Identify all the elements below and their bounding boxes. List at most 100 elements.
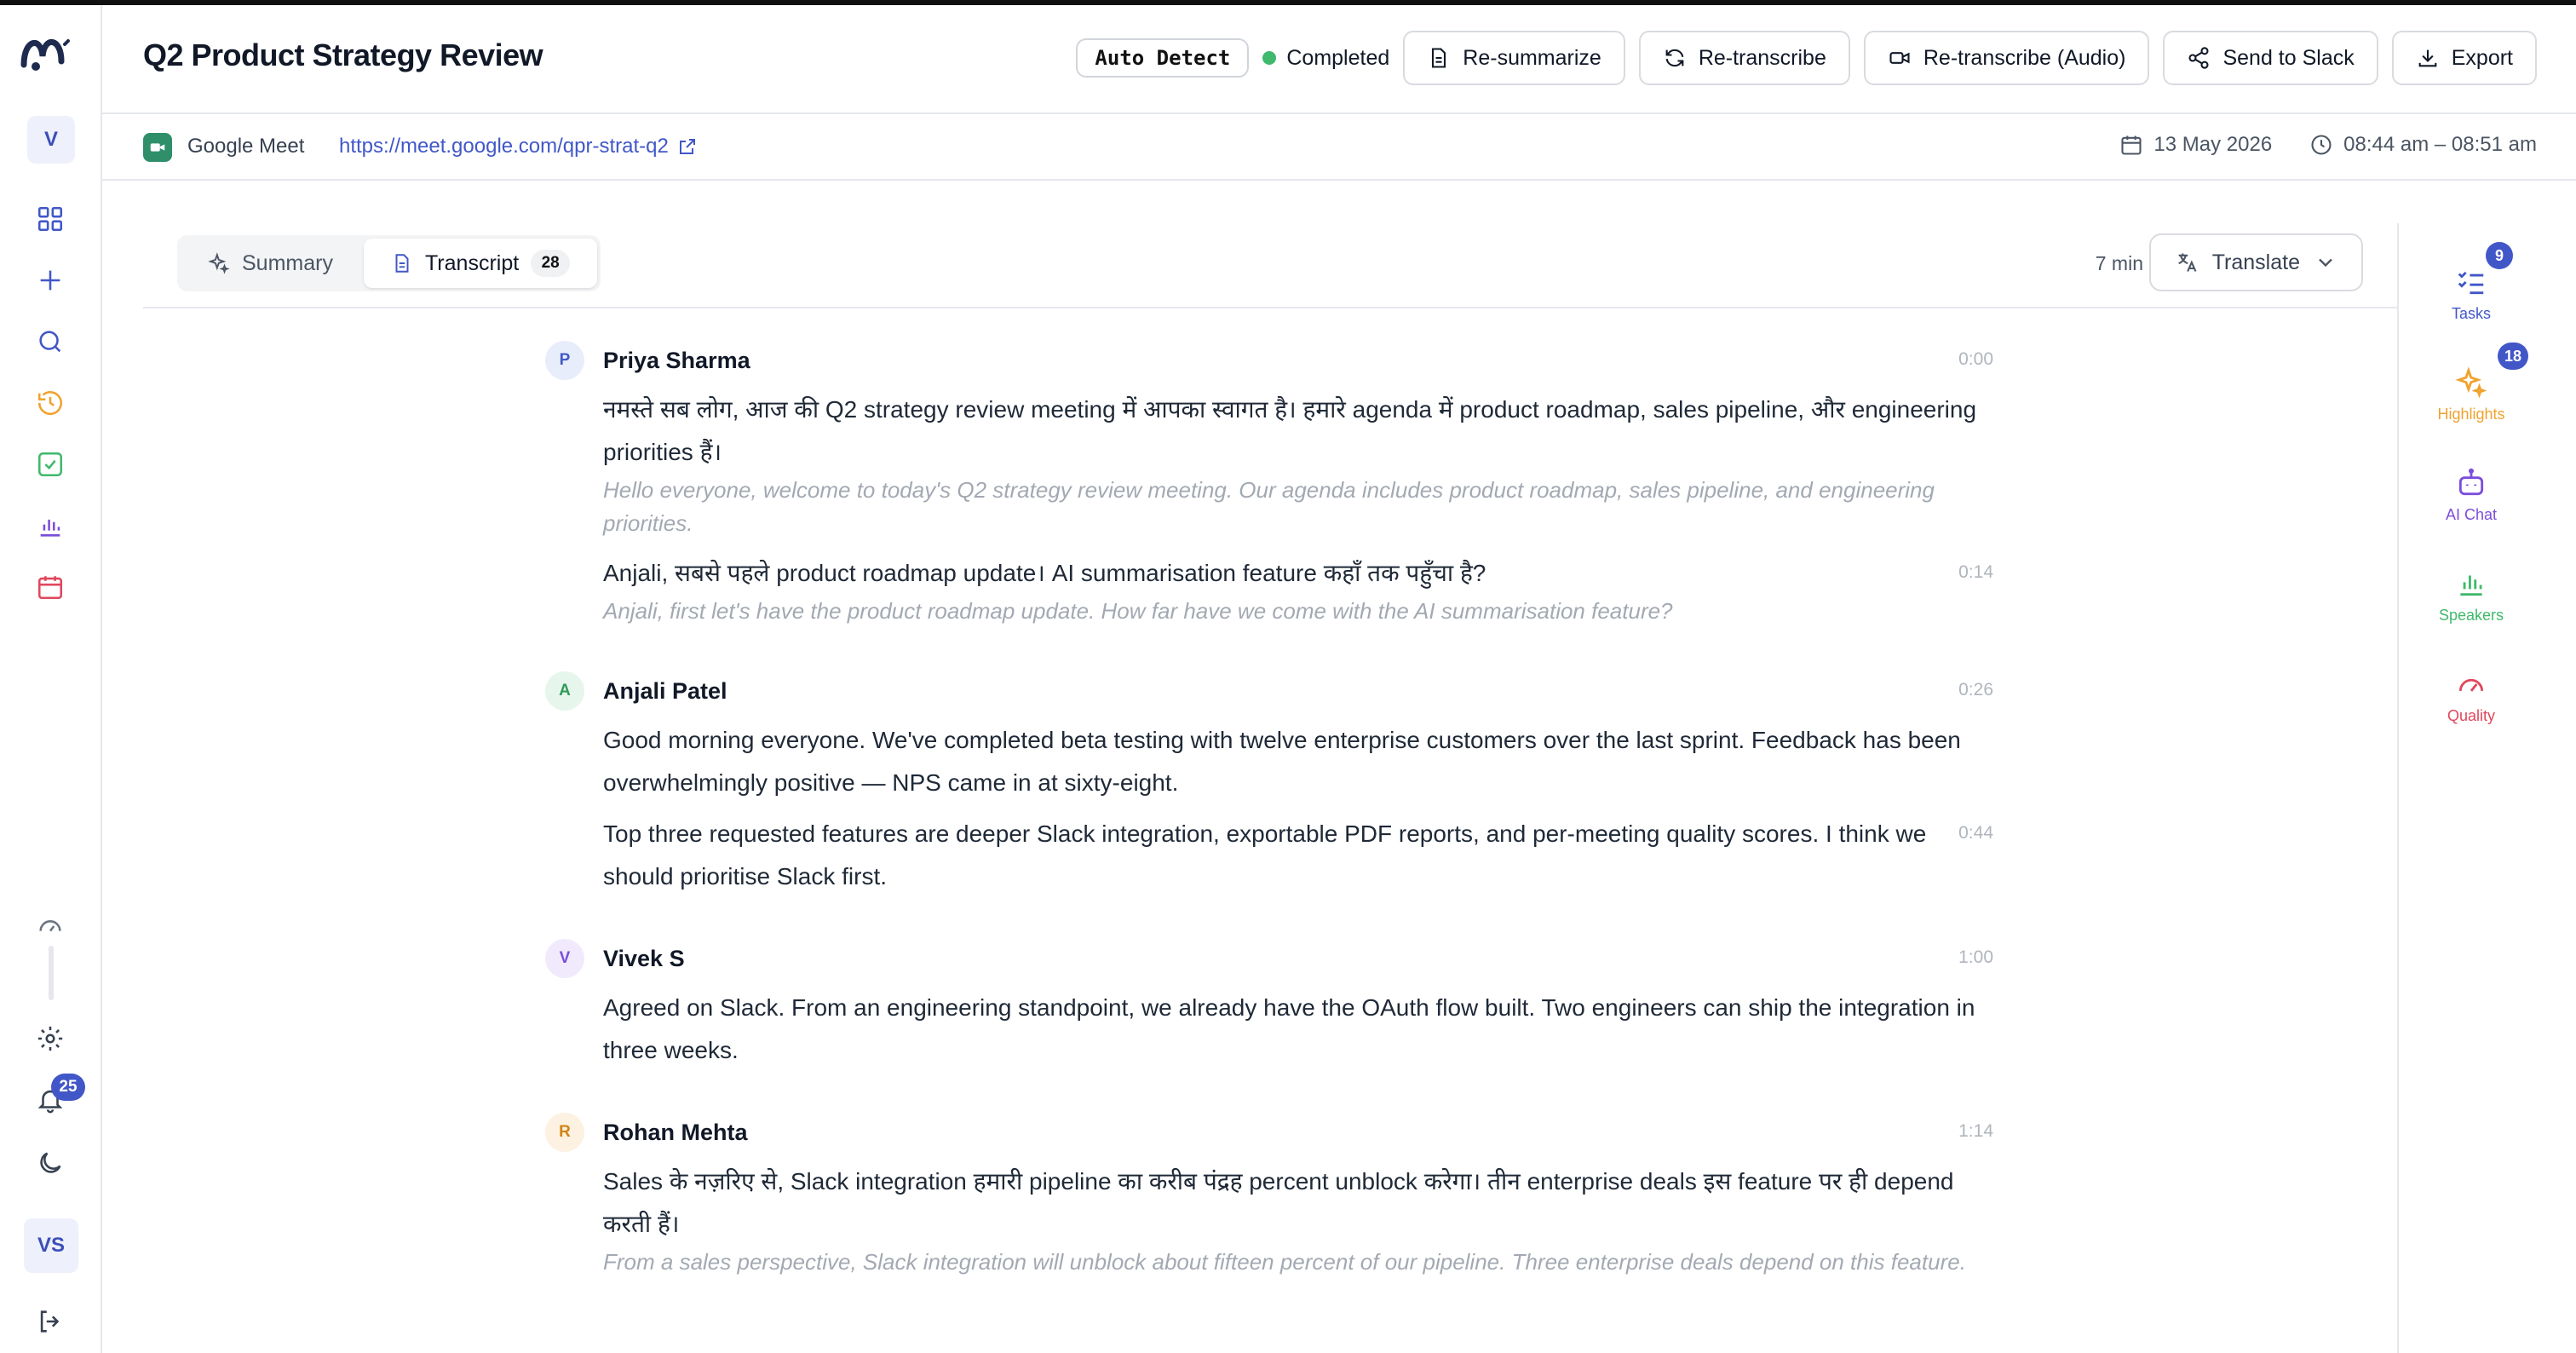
rail-item-tasks[interactable]: Tasks (2399, 266, 2544, 323)
segment-timestamp[interactable]: 0:00 (1958, 349, 1993, 370)
meeting-link[interactable]: https://meet.google.com/qpr-strat-q2 (339, 135, 698, 158)
tasks-count-badge: 9 (2486, 242, 2513, 269)
rail-item-highlights[interactable]: Highlights (2399, 366, 2544, 423)
sidebar-item-dashboard[interactable] (26, 194, 75, 244)
meeting-duration: 7 min (2095, 252, 2143, 274)
sidebar-item-analytics[interactable] (26, 501, 75, 550)
meeting-date: 13 May 2026 (2119, 133, 2272, 157)
transcript-count-badge: 28 (531, 250, 571, 277)
gauge-icon (2458, 678, 2484, 692)
resummarize-button[interactable]: Re-summarize (1403, 31, 1625, 85)
page-title: Q2 Product Strategy Review (143, 37, 543, 72)
workspace-badge[interactable]: V (27, 116, 75, 164)
sidebar-item-new[interactable] (26, 256, 75, 305)
sidebar-item-history[interactable] (26, 378, 75, 428)
left-sidebar: V 25 VS (0, 5, 102, 1353)
segment-text: Top three requested features are deeper … (603, 820, 1927, 890)
notification-count-badge: 25 (51, 1074, 85, 1101)
tab-transcript[interactable]: Transcript 28 (363, 239, 598, 288)
speaker-row: P Priya Sharma 0:00 (545, 341, 1993, 380)
send-to-slack-label: Send to Slack (2222, 45, 2355, 70)
sparkles-icon (2455, 366, 2487, 399)
header-actions: Auto Detect Completed Re-summarize Re-tr… (1076, 31, 2537, 85)
speaker-name: Anjali Patel (603, 678, 727, 704)
sidebar-item-search[interactable] (26, 317, 75, 366)
user-avatar[interactable]: VS (24, 1218, 78, 1273)
sidebar-item-logout[interactable] (26, 1297, 75, 1346)
gear-icon (37, 1026, 63, 1051)
meeting-time: 08:44 am – 08:51 am (2309, 133, 2537, 157)
speaker-row: A Anjali Patel 0:26 (545, 671, 1993, 711)
moon-icon (40, 1152, 61, 1173)
right-tool-rail: Tasks 9 Highlights 18 AI Chat Speakers Q… (2397, 223, 2576, 1353)
video-icon (1889, 52, 1910, 64)
transcript-segment[interactable]: Good morning everyone. We've completed b… (603, 719, 1993, 804)
segment-text: Good morning everyone. We've completed b… (603, 727, 1961, 796)
segment-text: Sales के नज़रिए से, Slack integration हम… (603, 1168, 1954, 1237)
translate-icon (2177, 253, 2197, 272)
history-icon (37, 391, 63, 416)
export-button[interactable]: Export (2391, 31, 2537, 85)
translate-dropdown[interactable]: Translate (2148, 233, 2363, 291)
chevron-down-icon (2319, 258, 2332, 268)
segment-timestamp[interactable]: 1:00 (1958, 947, 1993, 968)
speaker-name: Vivek S (603, 946, 685, 971)
tab-summary[interactable]: Summary (181, 239, 360, 288)
speaker-name: Priya Sharma (603, 348, 750, 373)
rail-label-quality: Quality (2447, 707, 2496, 724)
sidebar-item-theme[interactable] (26, 1138, 75, 1188)
retranscribe-audio-button[interactable]: Re-transcribe (Audio) (1863, 31, 2150, 85)
meeting-date-label: 13 May 2026 (2153, 133, 2273, 156)
sidebar-item-tasks[interactable] (26, 440, 75, 489)
rail-item-quality[interactable]: Quality (2399, 668, 2544, 725)
sidebar-slider[interactable] (49, 946, 54, 1000)
segment-translation: From a sales perspective, Slack integrat… (603, 1249, 1966, 1275)
google-meet-icon (143, 133, 172, 162)
tab-transcript-label: Transcript (424, 250, 520, 275)
rail-label-highlights: Highlights (2437, 406, 2505, 423)
document-icon (1432, 48, 1446, 68)
segment-translation: Anjali, first let's have the product roa… (603, 598, 1673, 624)
transcript-segment[interactable]: Sales के नज़रिए से, Slack integration हम… (603, 1160, 1993, 1279)
retranscribe-button[interactable]: Re-transcribe (1638, 31, 1850, 85)
share-icon (2188, 47, 2210, 69)
send-to-slack-button[interactable]: Send to Slack (2163, 31, 2378, 85)
sidebar-item-speed[interactable] (26, 901, 75, 951)
plus-icon (40, 270, 60, 291)
segment-translation: Hello everyone, welcome to today's Q2 st… (603, 477, 1935, 536)
calendar-icon (37, 576, 63, 600)
transcript-segment[interactable]: Top three requested features are deeper … (603, 813, 1993, 898)
app-logo-icon[interactable] (19, 27, 72, 75)
transcript-segment[interactable]: Agreed on Slack. From an engineering sta… (603, 987, 1993, 1072)
status-dot-icon (1262, 51, 1277, 65)
segment-text: नमस्ते सब लोग, आज की Q2 strategy review … (603, 396, 1977, 465)
transcript-segment[interactable]: नमस्ते सब लोग, आज की Q2 strategy review … (603, 389, 1993, 540)
highlights-count-badge: 18 (2498, 343, 2529, 370)
sparkles-icon (208, 252, 230, 274)
transcript-segment[interactable]: Anjali, सबसे पहले product roadmap update… (603, 552, 1993, 628)
language-chip[interactable]: Auto Detect (1076, 38, 1250, 78)
sidebar-item-calendar[interactable] (26, 562, 75, 612)
content-tabs-row: Summary Transcript 28 7 min Translate (143, 223, 2399, 308)
rail-item-ai-chat[interactable]: AI Chat (2399, 467, 2544, 524)
rail-label-speakers: Speakers (2438, 607, 2504, 624)
bar-chart-icon (40, 519, 60, 537)
rail-label-ai-chat: AI Chat (2445, 506, 2498, 523)
external-link-icon (679, 139, 695, 154)
rail-label-tasks: Tasks (2451, 305, 2491, 322)
view-tabs: Summary Transcript 28 (177, 235, 601, 291)
speaker-avatar: P (545, 341, 584, 380)
robot-icon (2458, 468, 2484, 496)
gauge-icon (39, 920, 61, 932)
segment-timestamp[interactable]: 1:14 (1958, 1121, 1993, 1142)
speaker-row: R Rohan Mehta 1:14 (545, 1113, 1993, 1152)
search-icon (39, 331, 61, 353)
rail-item-speakers[interactable]: Speakers (2399, 567, 2544, 625)
segment-timestamp[interactable]: 0:26 (1958, 680, 1993, 700)
bar-chart-icon (2460, 575, 2482, 596)
retranscribe-audio-label: Re-transcribe (Audio) (1923, 45, 2126, 70)
tab-summary-label: Summary (242, 250, 333, 275)
document-icon (395, 254, 409, 273)
sidebar-item-settings[interactable] (26, 1014, 75, 1063)
translate-label: Translate (2211, 250, 2300, 274)
